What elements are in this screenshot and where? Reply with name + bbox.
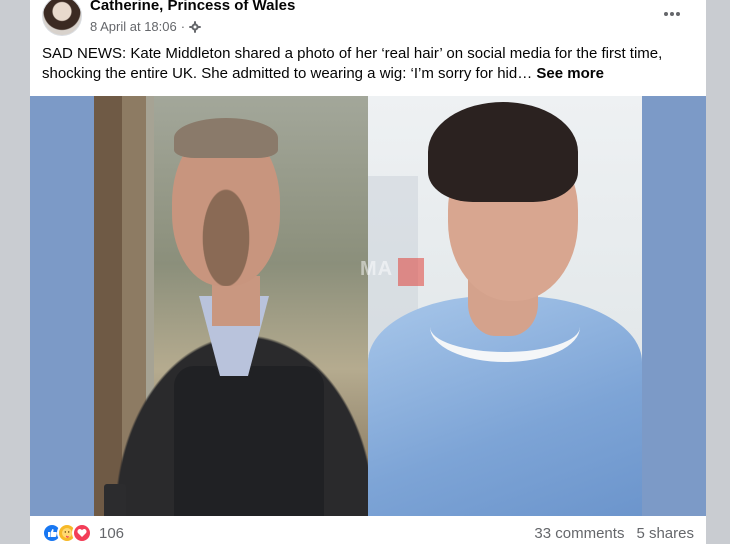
photo-woman: [368, 96, 642, 516]
watermark-logo: [398, 258, 424, 286]
shares-count[interactable]: 5 shares: [636, 525, 694, 542]
post-header: Catherine, Princess of Wales 8 April at …: [42, 0, 694, 40]
ellipsis-icon[interactable]: [660, 4, 684, 24]
see-more-link[interactable]: See more: [536, 65, 604, 82]
author-avatar[interactable]: [42, 0, 82, 36]
love-icon: [72, 523, 92, 543]
photo-man: [94, 96, 368, 516]
post-date[interactable]: 8 April at 18:06: [90, 19, 177, 34]
watermark-text: MA: [360, 258, 394, 280]
meta-separator: ·: [180, 19, 186, 34]
reactions-summary[interactable]: 106: [42, 523, 124, 543]
reaction-count: 106: [99, 524, 125, 542]
post-image[interactable]: MA: [30, 96, 706, 516]
gear-icon[interactable]: [189, 20, 201, 33]
post-meta: 8 April at 18:06 ·: [90, 19, 201, 34]
comments-count[interactable]: 33 comments: [534, 525, 624, 542]
post-text: SAD NEWS: Kate Middleton shared a photo …: [42, 44, 682, 84]
post-card: Catherine, Princess of Wales 8 April at …: [30, 0, 706, 544]
post-footer: 106 33 comments 5 shares: [42, 522, 694, 544]
author-name[interactable]: Catherine, Princess of Wales: [90, 0, 295, 14]
post-stats: 33 comments 5 shares: [534, 525, 694, 542]
